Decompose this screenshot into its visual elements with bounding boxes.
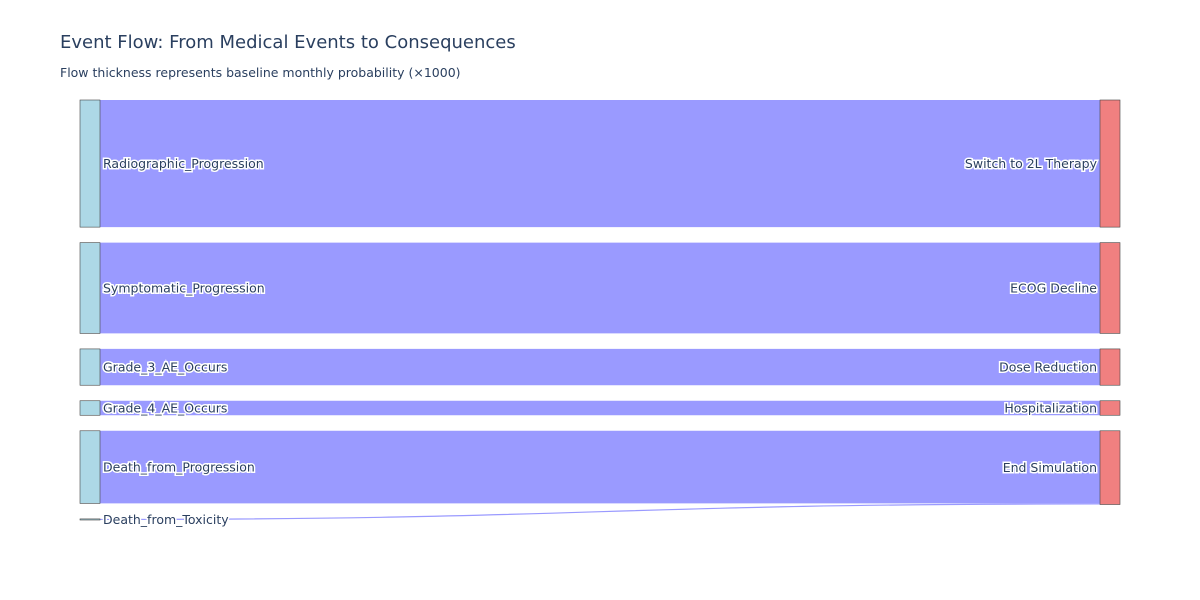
- label-radiographic-progression: Radiographic_Progression: [103, 156, 264, 171]
- node-grade-4-ae-occurs: [79, 400, 101, 416]
- label-death-from-toxicity: Death_from_Toxicity: [103, 512, 229, 527]
- node-end-simulation: [1099, 430, 1121, 505]
- link-grade-4-ae-occurs-to-hospitalization: [100, 400, 1100, 416]
- node-death-from-progression: [79, 430, 101, 504]
- node-dose-reduction: [1099, 348, 1121, 386]
- label-end-simulation: End Simulation: [1003, 460, 1097, 475]
- node-symptomatic-progression: [79, 242, 101, 334]
- label-dose-reduction: Dose Reduction: [999, 360, 1097, 375]
- label-switch-to-2l-therapy: Switch to 2L Therapy: [965, 156, 1098, 171]
- label-grade-4-ae-occurs: Grade_4_AE_Occurs: [103, 401, 227, 416]
- node-switch-to-2l-therapy: [1099, 99, 1121, 228]
- node-death-from-toxicity: [79, 518, 101, 521]
- node-ecog-decline: [1099, 242, 1121, 334]
- node-radiographic-progression: [79, 99, 101, 228]
- link-grade-3-ae-occurs-to-dose-reduction: [100, 348, 1100, 386]
- label-ecog-decline: ECOG Decline: [1010, 281, 1097, 296]
- label-symptomatic-progression: Symptomatic_Progression: [103, 281, 265, 296]
- label-death-from-progression: Death_from_Progression: [103, 460, 255, 475]
- label-grade-3-ae-occurs: Grade_3_AE_Occurs: [103, 360, 227, 375]
- link-death-from-toxicity-to-end-simulation: [99, 503, 1101, 521]
- label-hospitalization: Hospitalization: [1004, 401, 1097, 416]
- node-grade-3-ae-occurs: [79, 348, 101, 386]
- sankey-diagram: Radiographic_Progression Symptomatic_Prog…: [79, 99, 1121, 528]
- node-hospitalization: [1099, 400, 1121, 416]
